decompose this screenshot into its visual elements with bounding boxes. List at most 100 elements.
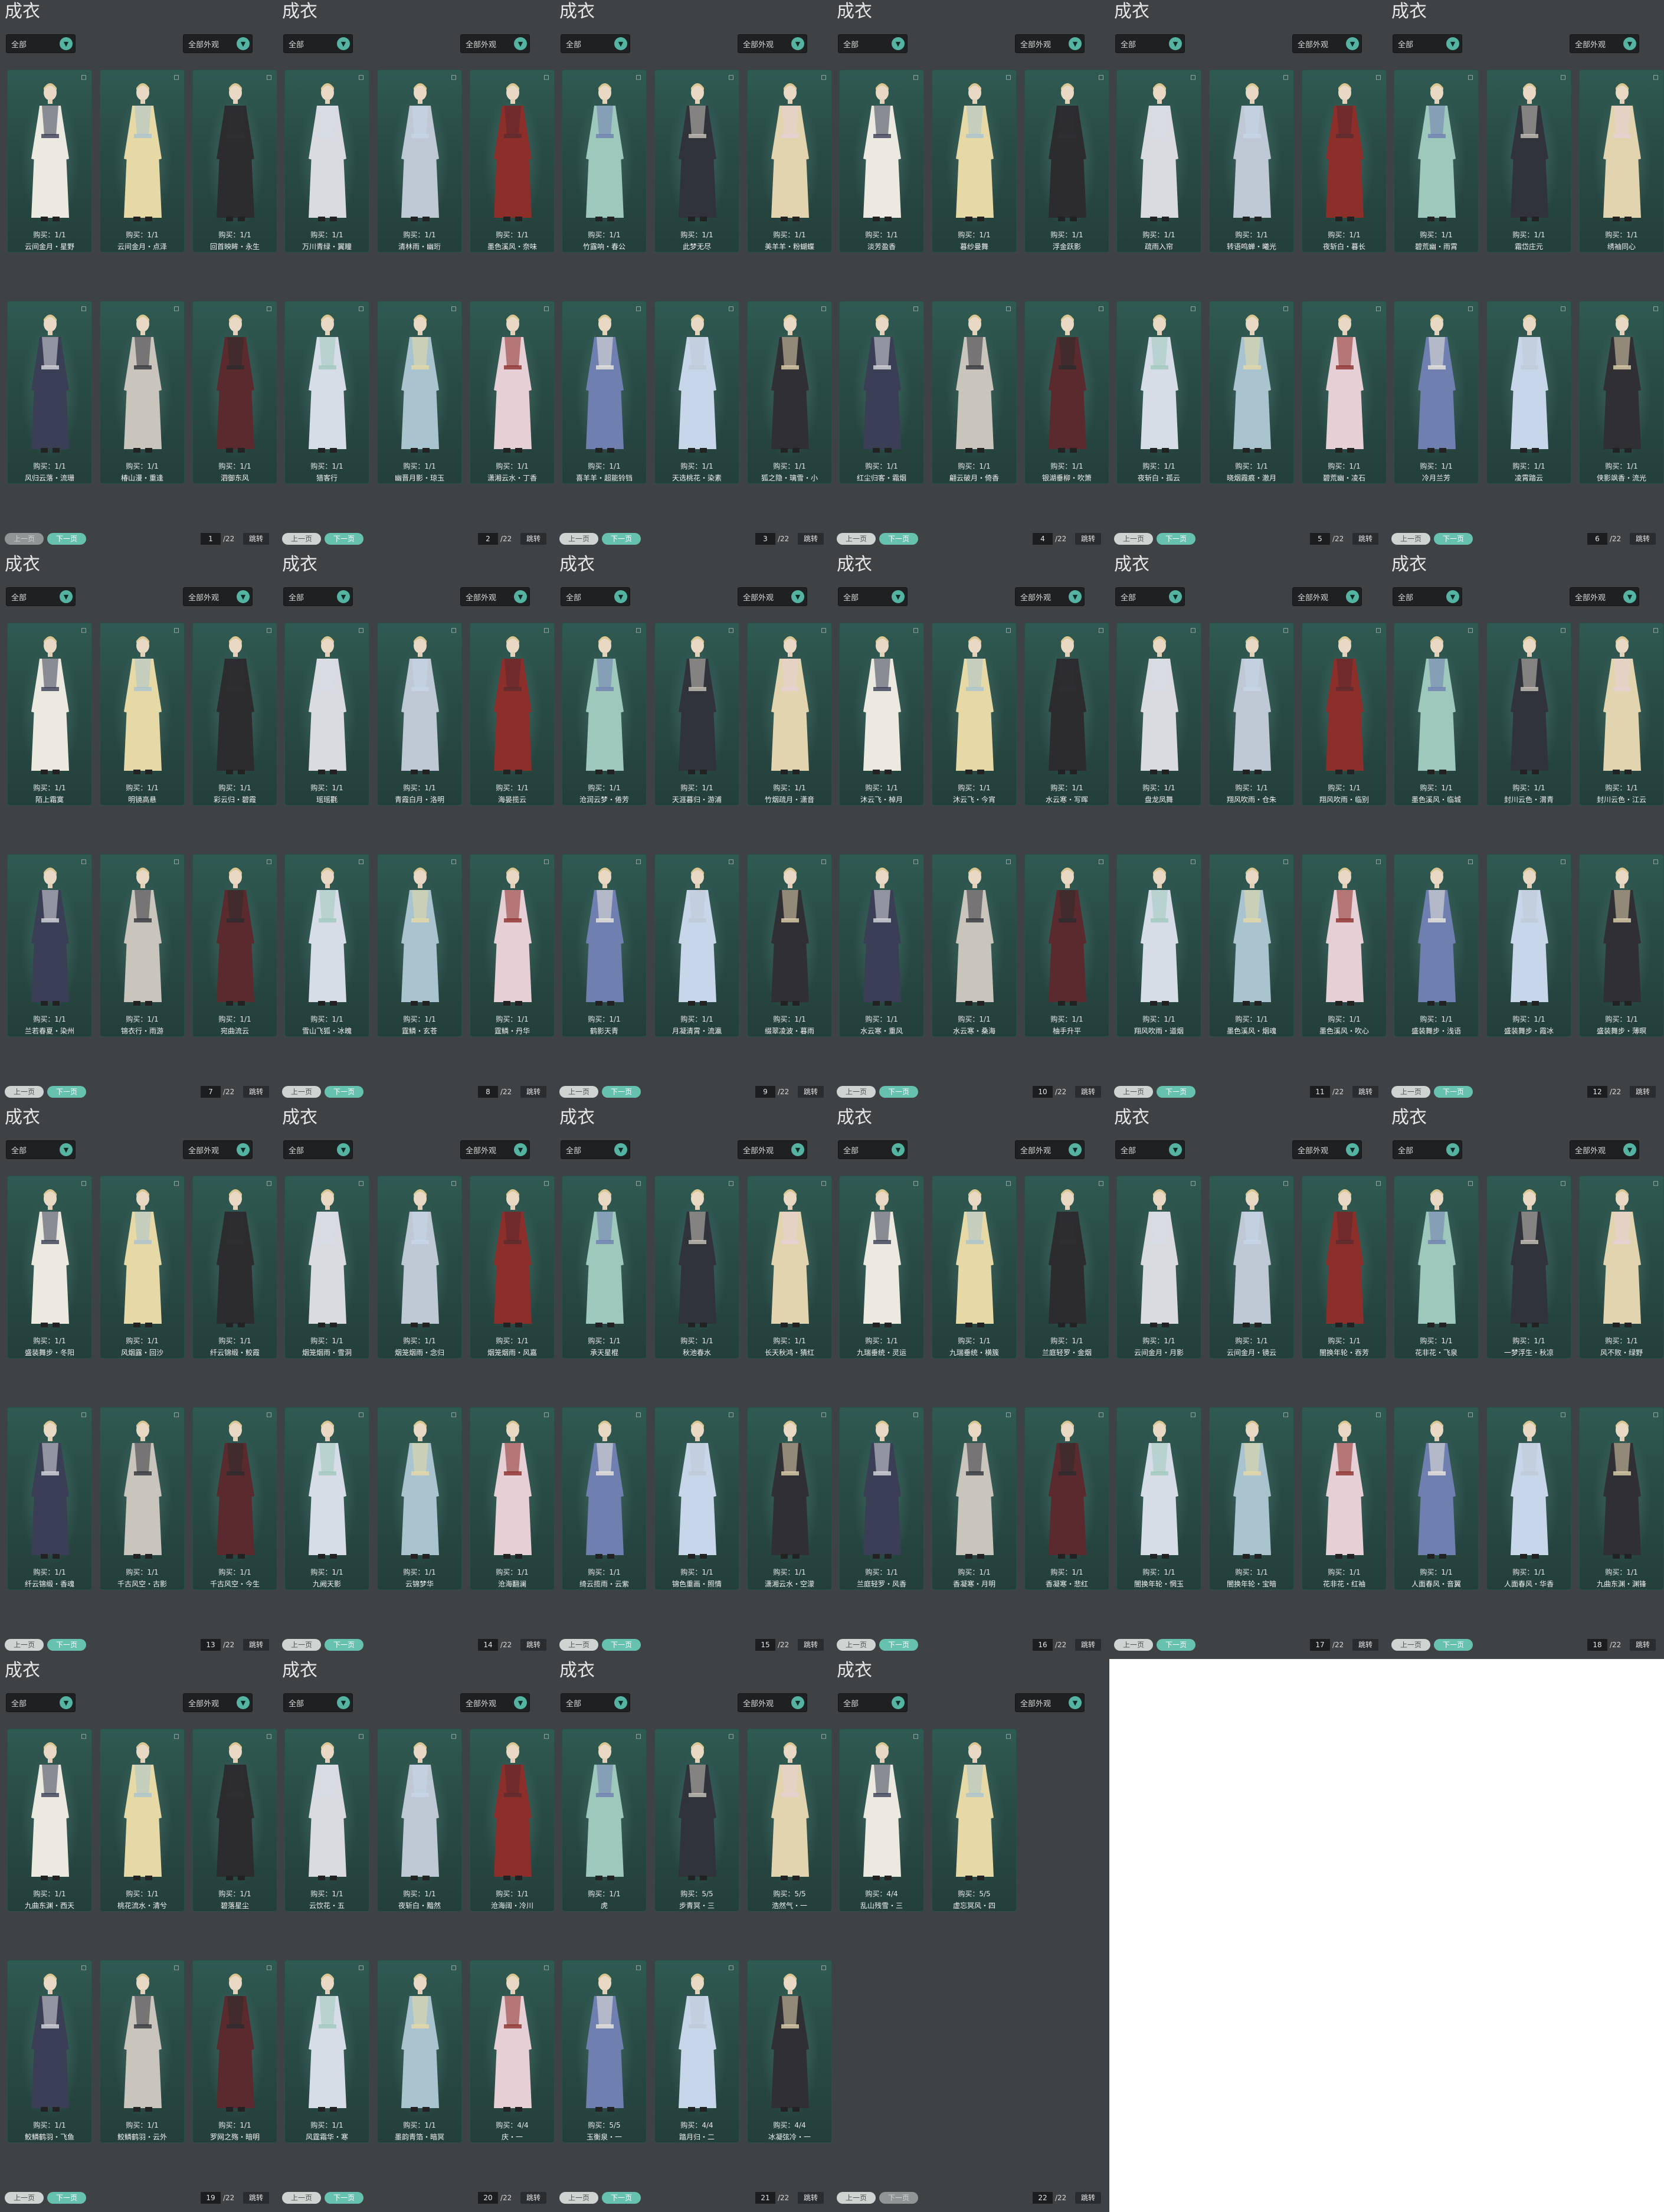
category-filter-dropdown[interactable]: 全部 ▼	[283, 1140, 353, 1159]
appearance-filter-dropdown[interactable]: 全部外观 ▼	[460, 34, 530, 53]
outfit-card[interactable]: □ 购买：1/1 花非花・红袖	[1302, 1407, 1387, 1590]
category-filter-dropdown[interactable]: 全部 ▼	[1115, 34, 1185, 53]
prev-page-button[interactable]: 上一页	[1391, 533, 1430, 545]
outfit-card[interactable]: □ 购买：1/1 九曲东渊・西天	[7, 1729, 92, 1912]
preview-icon[interactable]: □	[1652, 305, 1660, 313]
chevron-down-icon[interactable]: ▼	[60, 37, 73, 50]
chevron-down-icon[interactable]: ▼	[1069, 590, 1082, 603]
preview-icon[interactable]: □	[1282, 1411, 1290, 1419]
next-page-button[interactable]: 下一页	[1157, 533, 1195, 545]
category-filter-dropdown[interactable]: 全部 ▼	[561, 1140, 630, 1159]
preview-icon[interactable]: □	[912, 74, 920, 82]
preview-icon[interactable]: □	[1004, 1733, 1013, 1741]
preview-icon[interactable]: □	[634, 1411, 643, 1419]
preview-icon[interactable]: □	[1004, 1411, 1013, 1419]
preview-icon[interactable]: □	[912, 1733, 920, 1741]
preview-icon[interactable]: □	[80, 1411, 88, 1419]
preview-icon[interactable]: □	[1652, 1411, 1660, 1419]
page-number-input[interactable]: 1	[201, 533, 221, 545]
outfit-card[interactable]: □ 购买：1/1 人面春风・音翼	[1394, 1407, 1479, 1590]
outfit-card[interactable]: □ 购买：1/1 鲛鳞鹤羽・飞鱼	[7, 1960, 92, 2143]
outfit-card[interactable]: □ 购买：1/1 罗网之殇・暗明	[192, 1960, 277, 2143]
preview-icon[interactable]: □	[357, 305, 365, 313]
preview-icon[interactable]: □	[1374, 858, 1383, 866]
page-number-input[interactable]: 3	[755, 533, 775, 545]
chevron-down-icon[interactable]: ▼	[1446, 37, 1459, 50]
preview-icon[interactable]: □	[727, 1180, 735, 1188]
chevron-down-icon[interactable]: ▼	[237, 1696, 250, 1709]
next-page-button[interactable]: 下一页	[47, 1086, 86, 1098]
preview-icon[interactable]: □	[80, 1964, 88, 1972]
jump-button[interactable]: 跳转	[1075, 1086, 1101, 1098]
outfit-card[interactable]: □ 购买：1/1 虎	[562, 1729, 647, 1912]
outfit-card[interactable]: □ 购买：1/1 翩云破月・倚香	[932, 301, 1017, 484]
page-number-input[interactable]: 9	[755, 1086, 775, 1098]
preview-icon[interactable]: □	[634, 627, 643, 635]
category-filter-dropdown[interactable]: 全部 ▼	[1393, 34, 1462, 53]
outfit-card[interactable]: □ 购买：5/5 浩然气・一	[747, 1729, 832, 1912]
outfit-card[interactable]: □ 购买：1/1 喜羊羊・超能铃铛	[562, 301, 647, 484]
outfit-card[interactable]: □ 购买：5/5 步青冥・三	[654, 1729, 739, 1912]
appearance-filter-dropdown[interactable]: 全部外观 ▼	[1015, 1693, 1085, 1712]
preview-icon[interactable]: □	[357, 1964, 365, 1972]
next-page-button[interactable]: 下一页	[325, 533, 363, 545]
outfit-card[interactable]: □ 购买：1/1 月凝清霄・流瀛	[654, 854, 739, 1037]
outfit-card[interactable]: □ 购买：1/1 彩云归・碧霞	[192, 623, 277, 806]
chevron-down-icon[interactable]: ▼	[614, 37, 627, 50]
outfit-card[interactable]: □ 购买：1/1 千古风空・古影	[100, 1407, 185, 1590]
category-filter-dropdown[interactable]: 全部 ▼	[283, 1693, 353, 1712]
page-number-input[interactable]: 6	[1587, 533, 1607, 545]
next-page-button[interactable]: 下一页	[602, 1639, 641, 1651]
category-filter-dropdown[interactable]: 全部 ▼	[561, 1693, 630, 1712]
page-number-input[interactable]: 4	[1033, 533, 1053, 545]
category-filter-dropdown[interactable]: 全部 ▼	[838, 1693, 908, 1712]
preview-icon[interactable]: □	[1652, 858, 1660, 866]
preview-icon[interactable]: □	[634, 1733, 643, 1741]
preview-icon[interactable]: □	[265, 74, 273, 82]
outfit-card[interactable]: □ 购买：1/1 承天星棍	[562, 1176, 647, 1359]
category-filter-dropdown[interactable]: 全部 ▼	[6, 587, 76, 606]
appearance-filter-dropdown[interactable]: 全部外观 ▼	[183, 1140, 253, 1159]
category-filter-dropdown[interactable]: 全部 ▼	[6, 1693, 76, 1712]
preview-icon[interactable]: □	[80, 1733, 88, 1741]
preview-icon[interactable]: □	[172, 858, 181, 866]
preview-icon[interactable]: □	[820, 305, 828, 313]
preview-icon[interactable]: □	[1559, 74, 1567, 82]
page-number-input[interactable]: 17	[1310, 1639, 1330, 1651]
outfit-card[interactable]: □ 购买：1/1 绣袖同心	[1579, 70, 1664, 253]
category-filter-dropdown[interactable]: 全部 ▼	[1115, 587, 1185, 606]
outfit-card[interactable]: □ 购买：1/1 闇换年轮・惘玉	[1116, 1407, 1201, 1590]
preview-icon[interactable]: □	[1652, 74, 1660, 82]
prev-page-button[interactable]: 上一页	[559, 2192, 598, 2204]
prev-page-button[interactable]: 上一页	[1114, 1639, 1153, 1651]
preview-icon[interactable]: □	[265, 305, 273, 313]
preview-icon[interactable]: □	[1374, 1411, 1383, 1419]
preview-icon[interactable]: □	[1004, 74, 1013, 82]
outfit-card[interactable]: □ 购买：1/1 墨色溪风・吹心	[1302, 854, 1387, 1037]
preview-icon[interactable]: □	[1097, 305, 1105, 313]
outfit-card[interactable]: □ 购买：1/1 长天秋鸿・猜红	[747, 1176, 832, 1359]
preview-icon[interactable]: □	[172, 305, 181, 313]
outfit-card[interactable]: □ 购买：5/5 玉衡泉・一	[562, 1960, 647, 2143]
prev-page-button[interactable]: 上一页	[1114, 533, 1153, 545]
chevron-down-icon[interactable]: ▼	[1346, 1143, 1359, 1156]
outfit-card[interactable]: □ 购买：1/1 竹烟疏月・潇音	[747, 623, 832, 806]
page-number-input[interactable]: 16	[1033, 1639, 1053, 1651]
preview-icon[interactable]: □	[1559, 858, 1567, 866]
next-page-button[interactable]: 下一页	[879, 533, 918, 545]
outfit-card[interactable]: □ 购买：1/1 暮纱曼舞	[932, 70, 1017, 253]
outfit-card[interactable]: □ 购买：1/1 云锦梦华	[377, 1407, 462, 1590]
outfit-card[interactable]: □ 购买：1/1 花非花・飞泉	[1394, 1176, 1479, 1359]
appearance-filter-dropdown[interactable]: 全部外观 ▼	[460, 587, 530, 606]
prev-page-button[interactable]: 上一页	[837, 533, 876, 545]
jump-button[interactable]: 跳转	[1352, 1086, 1378, 1098]
preview-icon[interactable]: □	[1466, 74, 1475, 82]
prev-page-button[interactable]: 上一页	[282, 533, 321, 545]
category-filter-dropdown[interactable]: 全部 ▼	[283, 34, 353, 53]
appearance-filter-dropdown[interactable]: 全部外观 ▼	[1292, 34, 1362, 53]
next-page-button[interactable]: 下一页	[1157, 1086, 1195, 1098]
outfit-card[interactable]: □ 购买：1/1 转语鸣蝉・曦光	[1209, 70, 1294, 253]
chevron-down-icon[interactable]: ▼	[1623, 1143, 1636, 1156]
appearance-filter-dropdown[interactable]: 全部外观 ▼	[1570, 587, 1639, 606]
category-filter-dropdown[interactable]: 全部 ▼	[838, 1140, 908, 1159]
